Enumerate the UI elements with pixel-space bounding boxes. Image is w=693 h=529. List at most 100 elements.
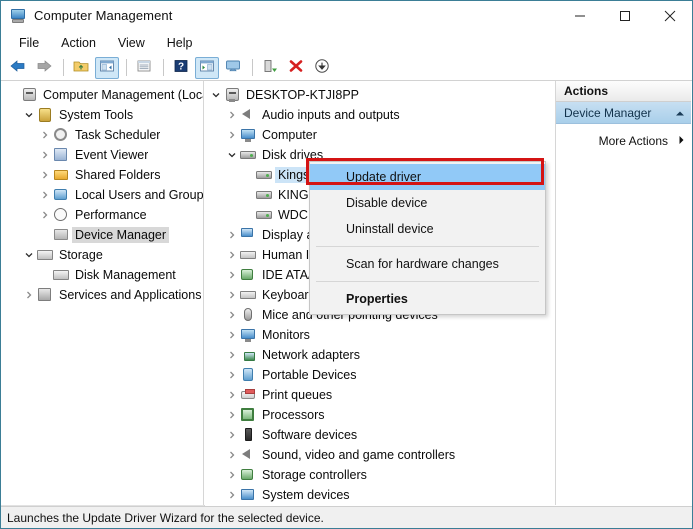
console-tree-row[interactable]: System Tools — [1, 105, 203, 125]
context-menu-item[interactable]: Uninstall device — [310, 216, 545, 242]
back-button[interactable] — [6, 57, 30, 79]
storage-controller-icon — [240, 467, 257, 483]
tree-indent-spacer — [240, 165, 256, 185]
context-menu[interactable]: Update driverDisable deviceUninstall dev… — [309, 161, 546, 315]
computer-icon — [21, 87, 38, 103]
device-tree-row[interactable]: Software devices — [204, 425, 555, 445]
console-tree-label: Task Scheduler — [75, 128, 160, 142]
task-scheduler-icon — [53, 127, 70, 143]
chevron-right-icon[interactable] — [37, 205, 53, 225]
device-tree-row[interactable]: Computer — [204, 125, 555, 145]
console-tree-label: Storage — [59, 248, 103, 262]
console-tree-label: Device Manager — [72, 227, 169, 243]
console-tree-row[interactable]: Disk Management — [1, 265, 203, 285]
console-tree-icon — [98, 58, 116, 77]
chevron-right-icon[interactable] — [224, 405, 240, 425]
up-folder-button[interactable] — [69, 57, 93, 79]
device-tree-row[interactable]: Processors — [204, 405, 555, 425]
chevron-right-icon[interactable] — [224, 425, 240, 445]
console-tree-row[interactable]: Services and Applications — [1, 285, 203, 305]
console-tree-label: Local Users and Groups — [75, 188, 203, 202]
chevron-right-icon[interactable] — [37, 145, 53, 165]
console-tree-row[interactable]: Shared Folders — [1, 165, 203, 185]
chevron-down-icon[interactable] — [224, 145, 240, 165]
chevron-right-icon[interactable] — [224, 485, 240, 505]
device-tree-row[interactable]: Portable Devices — [204, 365, 555, 385]
context-menu-item[interactable]: Properties — [310, 286, 545, 312]
help-button[interactable]: ? — [169, 57, 193, 79]
chevron-right-icon[interactable] — [21, 285, 37, 305]
chevron-down-icon[interactable] — [208, 85, 224, 105]
chevron-right-icon[interactable] — [224, 285, 240, 305]
uninstall-device-button[interactable] — [284, 57, 308, 79]
device-tree-row[interactable]: Sound, video and game controllers — [204, 445, 555, 465]
chevron-right-icon[interactable] — [224, 305, 240, 325]
console-tree-row[interactable]: Storage — [1, 245, 203, 265]
back-arrow-icon — [9, 58, 27, 77]
device-tree-row[interactable]: Audio inputs and outputs — [204, 105, 555, 125]
console-tree-pane[interactable]: Computer Management (LocalSystem Tools Ta… — [1, 81, 204, 505]
close-button[interactable] — [647, 1, 692, 30]
forward-button[interactable] — [32, 57, 56, 79]
chevron-right-icon[interactable] — [224, 465, 240, 485]
chevron-right-icon[interactable] — [224, 345, 240, 365]
scan-hardware-changes-button[interactable] — [310, 57, 334, 79]
device-tree-label: Network adapters — [262, 348, 360, 362]
actions-device-manager-section[interactable]: Device Manager — [556, 102, 691, 124]
chevron-right-icon[interactable] — [37, 185, 53, 205]
device-tree-row[interactable]: System devices — [204, 485, 555, 505]
device-tree-label: WDC — [278, 208, 308, 222]
device-tree-label: Portable Devices — [262, 368, 357, 382]
console-tree: Computer Management (LocalSystem Tools Ta… — [1, 81, 203, 305]
context-menu-item[interactable]: Update driver — [310, 164, 545, 190]
more-actions-item[interactable]: More Actions — [556, 130, 691, 152]
chevron-right-icon[interactable] — [224, 325, 240, 345]
device-tree-row[interactable]: DESKTOP-KTJI8PP — [204, 85, 555, 105]
chevron-right-icon[interactable] — [224, 225, 240, 245]
menu-help[interactable]: Help — [156, 33, 204, 53]
chevron-up-icon[interactable] — [675, 106, 685, 120]
show-hide-console-tree-button[interactable] — [95, 57, 119, 79]
chevron-down-icon[interactable] — [21, 245, 37, 265]
monitor-icon — [240, 127, 257, 143]
context-menu-item[interactable]: Disable device — [310, 190, 545, 216]
toolbar-separator — [163, 59, 164, 76]
console-tree-row[interactable]: Device Manager — [1, 225, 203, 245]
maximize-button[interactable] — [602, 1, 647, 30]
chevron-down-icon[interactable] — [21, 105, 37, 125]
chevron-right-icon[interactable] — [224, 245, 240, 265]
properties-button[interactable] — [132, 57, 156, 79]
scan-computer-button[interactable] — [221, 57, 245, 79]
update-driver-icon — [261, 58, 279, 77]
chevron-right-icon[interactable] — [224, 385, 240, 405]
device-tree-row[interactable]: Monitors — [204, 325, 555, 345]
chevron-right-icon[interactable] — [37, 125, 53, 145]
chevron-right-icon[interactable] — [224, 265, 240, 285]
software-device-icon — [240, 427, 257, 443]
system-device-icon — [240, 487, 257, 503]
menu-action[interactable]: Action — [50, 33, 107, 53]
console-tree-row[interactable]: Performance — [1, 205, 203, 225]
minimize-button[interactable] — [557, 1, 602, 30]
folder-up-icon — [72, 58, 90, 77]
chevron-right-icon[interactable] — [224, 445, 240, 465]
chevron-right-icon[interactable] — [37, 165, 53, 185]
chevron-right-icon[interactable] — [224, 105, 240, 125]
menu-view[interactable]: View — [107, 33, 156, 53]
console-tree-row[interactable]: Task Scheduler — [1, 125, 203, 145]
device-tree-row[interactable]: Print queues — [204, 385, 555, 405]
device-tree-row[interactable]: Network adapters — [204, 345, 555, 365]
update-driver-button[interactable] — [258, 57, 282, 79]
show-action-pane-button[interactable] — [195, 57, 219, 79]
console-tree-row[interactable]: Local Users and Groups — [1, 185, 203, 205]
device-tree-label: DESKTOP-KTJI8PP — [246, 88, 359, 102]
chevron-right-icon[interactable] — [224, 125, 240, 145]
toolbar-separator — [126, 59, 127, 76]
device-tree-row[interactable]: Storage controllers — [204, 465, 555, 485]
chevron-right-icon[interactable] — [224, 365, 240, 385]
menu-file[interactable]: File — [8, 33, 50, 53]
console-tree-row[interactable]: Computer Management (Local — [1, 85, 203, 105]
context-menu-item[interactable]: Scan for hardware changes — [310, 251, 545, 277]
disk-icon — [256, 207, 273, 223]
console-tree-row[interactable]: Event Viewer — [1, 145, 203, 165]
